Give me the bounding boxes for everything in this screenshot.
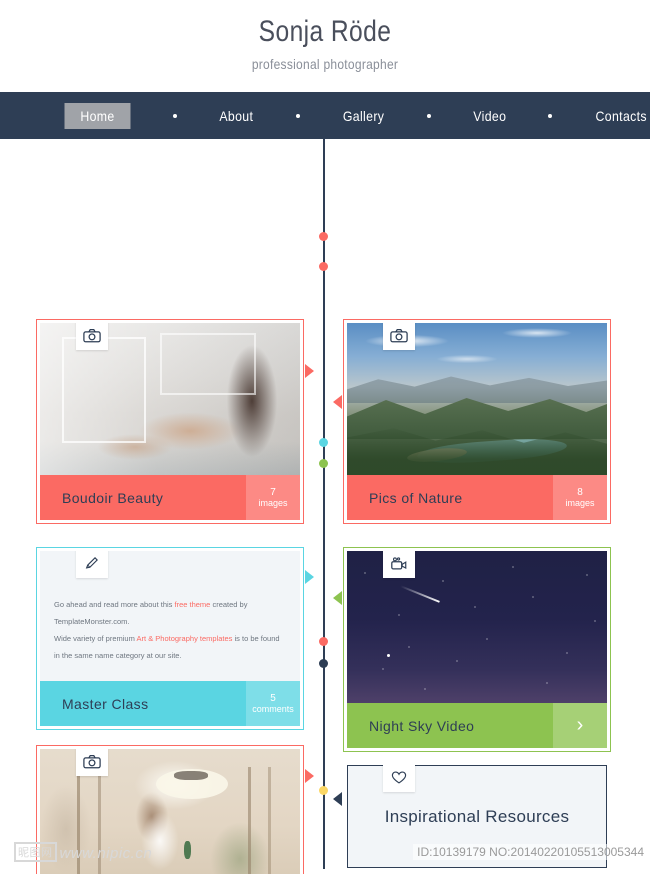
camera-icon xyxy=(76,749,108,776)
card-count-number: 8 xyxy=(577,486,583,498)
masterclass-line-2: TemplateMonster.com. xyxy=(54,617,130,626)
card-title-inspirational: Inspirational Resources xyxy=(384,806,570,826)
watermark-logo: 昵图网 www.nipic.cn xyxy=(14,842,152,862)
nav-separator-dot xyxy=(172,113,177,118)
card-count-label: images xyxy=(258,497,288,508)
nav-item-video[interactable]: Video xyxy=(471,104,508,128)
pointer-summer xyxy=(305,769,314,783)
card-count-number: 5 xyxy=(270,692,276,704)
card-pics-of-nature[interactable]: Pics of Nature 8 images xyxy=(343,319,611,524)
pointer-nature xyxy=(333,395,342,409)
card-count-boudoir: 7 images xyxy=(246,475,300,520)
masterclass-line-4: in the same name category at our site. xyxy=(54,651,182,660)
card-count-label: comments xyxy=(252,703,294,714)
next-arrow-button[interactable]: › xyxy=(553,703,607,748)
nav-item-home[interactable]: Home xyxy=(64,102,131,129)
masterclass-line-3: Wide variety of premium Art & Photograph… xyxy=(54,631,282,646)
free-theme-link[interactable]: free theme xyxy=(175,600,211,609)
page-title: Sonja Röde xyxy=(258,15,392,48)
timeline-dot-boudoir xyxy=(319,232,328,241)
pencil-icon xyxy=(76,551,108,578)
card-boudoir-beauty[interactable]: Boudoir Beauty 7 images xyxy=(36,319,304,524)
nav-item-contacts[interactable]: Contacts xyxy=(594,104,649,128)
timeline-dot-nature xyxy=(319,262,328,271)
card-night-sky-video[interactable]: Night Sky Video › xyxy=(343,547,611,752)
pointer-nightsky xyxy=(333,591,342,605)
main-navigation: Home About Gallery Video Contacts xyxy=(0,92,650,139)
timeline-axis xyxy=(323,139,325,869)
heart-icon xyxy=(383,765,415,792)
text-segment: is to be found xyxy=(232,634,280,643)
timeline-dot-summer xyxy=(319,637,328,646)
site-header: Sonja Röde professional photographer xyxy=(0,0,650,92)
pointer-inspirational xyxy=(333,792,342,806)
card-master-class[interactable]: Go ahead and read more about this free t… xyxy=(36,547,304,730)
watermark-logo-box: 昵图网 xyxy=(14,842,57,862)
nav-item-about[interactable]: About xyxy=(218,104,255,128)
pointer-masterclass xyxy=(305,570,314,584)
camera-icon xyxy=(383,323,415,350)
video-camera-icon xyxy=(383,551,415,578)
card-bar-boudoir: Boudoir Beauty 7 images xyxy=(40,475,300,520)
card-bar-nightsky: Night Sky Video › xyxy=(347,703,607,748)
pointer-boudoir xyxy=(305,364,314,378)
card-title-masterclass: Master Class xyxy=(62,695,149,712)
card-title-nightsky: Night Sky Video xyxy=(369,717,475,734)
card-count-masterclass: 5 comments xyxy=(246,681,300,726)
camera-icon xyxy=(76,323,108,350)
nav-separator-dot xyxy=(548,113,553,118)
timeline-board: Boudoir Beauty 7 images Pics of Nature 8… xyxy=(0,139,650,874)
watermark-id: ID:10139179 NO:20140220105513005344 xyxy=(413,844,648,860)
art-photography-templates-link[interactable]: Art & Photography templates xyxy=(137,634,233,643)
card-bar-masterclass: Master Class 5 comments xyxy=(40,681,300,726)
text-segment: created by xyxy=(210,600,248,609)
watermark-logo-text: www.nipic.cn xyxy=(59,845,153,862)
nav-separator-dot xyxy=(295,113,300,118)
card-bar-nature: Pics of Nature 8 images xyxy=(347,475,607,520)
text-segment: Wide variety of premium xyxy=(54,634,137,643)
card-title-boudoir: Boudoir Beauty xyxy=(62,489,164,506)
card-title-nature: Pics of Nature xyxy=(369,489,463,506)
timeline-dot-quote xyxy=(319,786,328,795)
site-tagline: professional photographer xyxy=(251,56,399,72)
timeline-dot-inspirational xyxy=(319,659,328,668)
text-segment: Go ahead and read more about this xyxy=(54,600,175,609)
nav-item-gallery[interactable]: Gallery xyxy=(341,104,386,128)
timeline-dot-nightsky xyxy=(319,459,328,468)
card-count-number: 7 xyxy=(270,486,276,498)
card-count-label: images xyxy=(565,497,595,508)
masterclass-line-1: Go ahead and read more about this free t… xyxy=(54,597,282,612)
timeline-dot-masterclass xyxy=(319,438,328,447)
nav-separator-dot xyxy=(426,113,431,118)
card-count-nature: 8 images xyxy=(553,475,607,520)
